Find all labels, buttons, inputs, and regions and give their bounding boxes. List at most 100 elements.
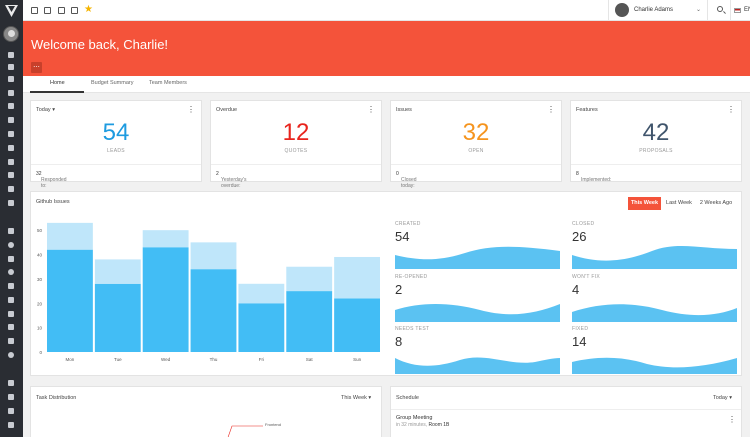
range-last-week-button[interactable]: Last Week: [664, 197, 694, 210]
schedule-card: Schedule Today ▾ Group Meeting in 32 min…: [390, 386, 742, 437]
footer-label: Yesterday's overdue:: [221, 177, 247, 189]
calendar-icon[interactable]: [8, 64, 14, 70]
folder-icon[interactable]: [8, 159, 14, 165]
kpi-title: Overdue: [216, 107, 238, 113]
bar-secondary: [94, 259, 141, 284]
more-vertical-icon[interactable]: ⋮: [187, 105, 195, 114]
bar-primary: [190, 269, 237, 352]
stat-closed: CLOSED 26: [572, 221, 737, 269]
circle-icon[interactable]: [8, 242, 14, 248]
kpi-value: 32: [462, 119, 490, 146]
cube-icon[interactable]: [8, 338, 14, 344]
tab-budget-summary[interactable]: Budget Summary: [91, 80, 134, 86]
inbox-icon[interactable]: [8, 408, 14, 414]
github-issues-chart: 0 10 20 30 40 50 Mon Tue Wed Thu Fri Sat Sun: [37, 222, 380, 362]
eye-icon[interactable]: [8, 90, 14, 96]
stat-sparkline: [395, 357, 560, 374]
kpi-title-text: Today: [36, 107, 51, 113]
dashboard-icon[interactable]: [8, 52, 14, 58]
layers-icon[interactable]: [8, 311, 14, 317]
footer-value: 2: [216, 171, 219, 177]
footer-label: Closed today:: [401, 177, 417, 189]
tools-icon[interactable]: [8, 283, 14, 289]
kpi-title[interactable]: Today ▾: [36, 107, 55, 113]
x-tick-label: Wed: [161, 357, 171, 362]
calendar-icon[interactable]: [31, 7, 38, 14]
more-button[interactable]: ...: [31, 61, 42, 73]
tab-team-members[interactable]: Team Members: [149, 80, 187, 86]
bar-primary: [94, 283, 141, 352]
event-room: Room 1B: [428, 422, 450, 428]
users-icon[interactable]: [8, 297, 14, 303]
document-icon[interactable]: [8, 200, 14, 206]
search-button[interactable]: [711, 0, 731, 21]
lock-icon[interactable]: [8, 228, 14, 234]
range-dropdown[interactable]: This Week ▾: [341, 395, 371, 401]
contacts-icon[interactable]: [8, 117, 14, 123]
kpi-label: OPEN: [468, 148, 484, 154]
avatar: [615, 3, 629, 17]
card-icon[interactable]: [8, 380, 14, 386]
app-logo-icon[interactable]: [4, 3, 19, 18]
contacts-icon[interactable]: [58, 7, 65, 14]
language-selector[interactable]: EN: [732, 0, 750, 21]
user-avatar[interactable]: [3, 26, 19, 42]
more-vertical-icon[interactable]: ⋮: [367, 105, 375, 114]
star-icon[interactable]: ★: [84, 4, 93, 15]
checklist-icon[interactable]: [71, 7, 78, 14]
chat-icon[interactable]: [8, 131, 14, 137]
divider: [391, 409, 741, 410]
range-dropdown-value: This Week: [341, 395, 367, 401]
stat-needs-test: NEEDS TEST 8: [395, 326, 560, 374]
mail-icon[interactable]: [44, 7, 51, 14]
grid-icon[interactable]: [8, 422, 14, 428]
checklist-icon[interactable]: [8, 186, 14, 192]
archive-icon[interactable]: [8, 394, 14, 400]
card-title: Schedule: [396, 395, 419, 401]
stat-re-opened: RE-OPENED 2: [395, 274, 560, 322]
search-icon[interactable]: [8, 324, 14, 330]
language-code: EN: [744, 7, 750, 13]
event-title[interactable]: Group Meeting: [396, 415, 432, 421]
kpi-label: PROPOSALS: [639, 148, 673, 154]
y-tick-label: 30: [37, 277, 43, 282]
list-icon[interactable]: [8, 145, 14, 151]
x-tick-label: Fri: [259, 357, 264, 362]
bar-primary: [142, 247, 189, 352]
footer-label: Responded to:: [41, 177, 67, 189]
tab-home[interactable]: Home: [50, 80, 65, 86]
more-vertical-icon[interactable]: ⋮: [727, 105, 735, 114]
flag-icon: [734, 8, 741, 13]
welcome-title: Welcome back, Charlie!: [31, 37, 169, 52]
kpi-footer: Implemented: 8: [571, 164, 741, 183]
github-issues-card: Github Issues This Week Last Week 2 Week…: [30, 191, 742, 376]
user-menu[interactable]: Charlie Adams ⌄: [608, 0, 708, 21]
y-tick-label: 0: [39, 350, 42, 355]
range-2-weeks-ago-button[interactable]: 2 Weeks Ago: [697, 197, 735, 210]
bar-primary: [334, 298, 380, 352]
stat-label: WON'T FIX: [572, 274, 601, 280]
notes-icon[interactable]: [8, 172, 14, 178]
card-title: Task Distribution: [36, 395, 77, 401]
bar-secondary: [47, 222, 93, 250]
welcome-header: Welcome back, Charlie! ...: [23, 21, 750, 76]
more-vertical-icon[interactable]: ⋮: [547, 105, 555, 114]
cart-icon[interactable]: [8, 76, 14, 82]
help-icon[interactable]: [8, 352, 14, 358]
bar-secondary: [238, 283, 285, 304]
range-dropdown[interactable]: Today ▾: [713, 395, 732, 401]
search-icon: [717, 6, 723, 12]
bar-secondary: [142, 230, 189, 248]
card-title: Github Issues: [36, 199, 70, 205]
stat-label: CLOSED: [572, 221, 595, 227]
event-details: in 32 minutes, Room 1B: [396, 422, 450, 428]
download-icon[interactable]: [8, 256, 14, 262]
range-this-week-button[interactable]: This Week: [628, 197, 661, 210]
tab-bar: Home Budget Summary Team Members: [23, 76, 750, 93]
y-tick-label: 50: [37, 228, 43, 233]
stat-label: FIXED: [572, 326, 589, 332]
more-vertical-icon[interactable]: ⋮: [728, 415, 736, 424]
kpi-label: QUOTES: [284, 148, 308, 154]
settings-icon[interactable]: [8, 269, 14, 275]
mail-icon[interactable]: [8, 103, 14, 109]
